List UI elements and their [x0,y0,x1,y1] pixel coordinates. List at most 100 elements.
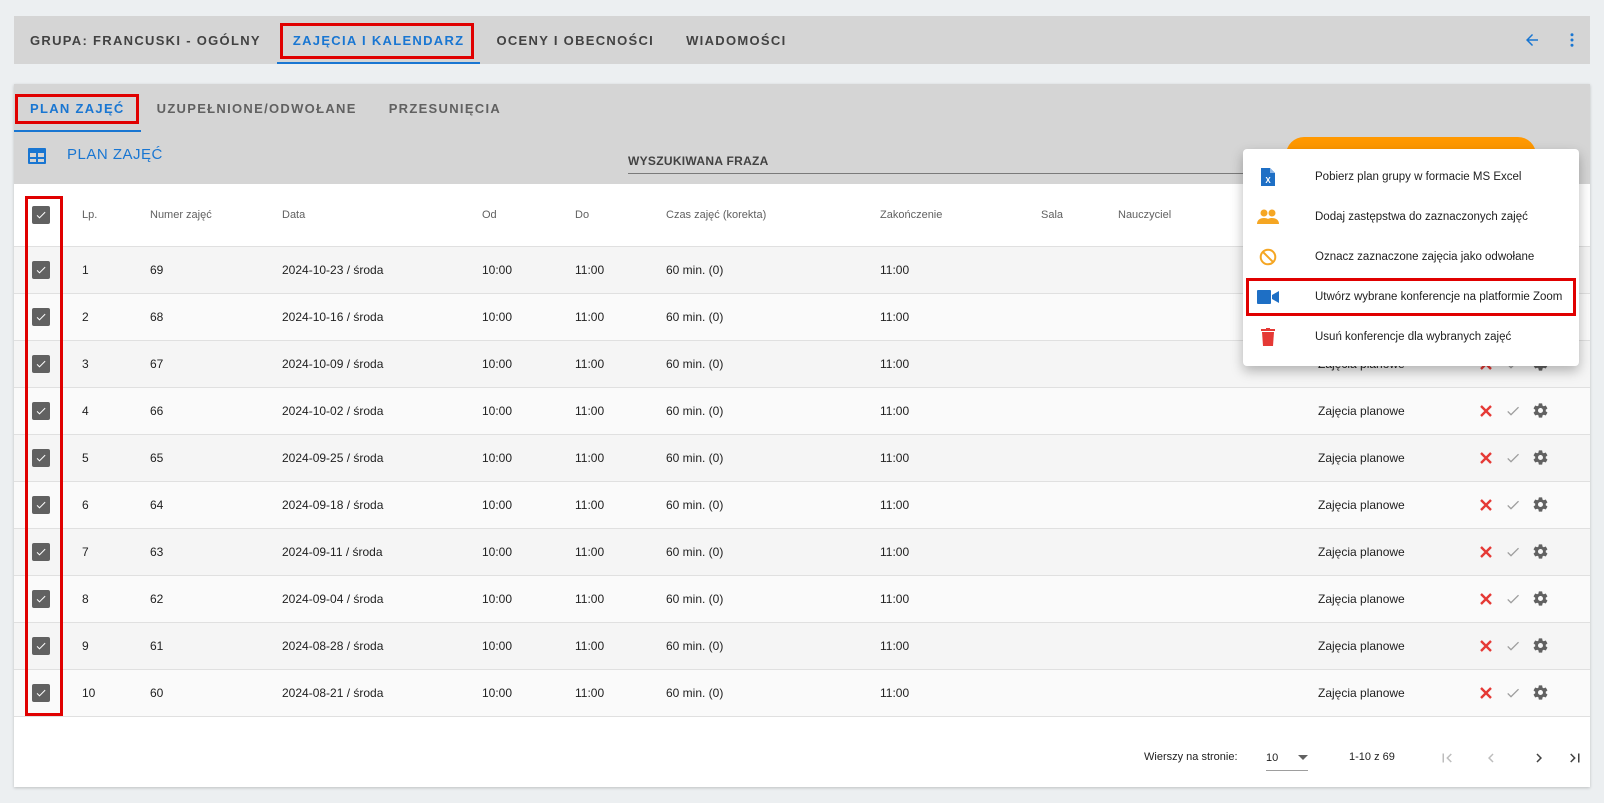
dropdown-arrow-icon [1298,754,1308,760]
cell-lp: 4 [82,387,150,435]
menu-item-mark-cancelled-label: Oznacz zaznaczone zajęcia jako odwołane [1315,251,1535,263]
menu-item-add-substitution[interactable]: Dodaj zastępstwa do zaznaczonych zajęć [1243,197,1579,237]
gear-icon[interactable] [1530,401,1550,421]
cell-data: 2024-09-25 / środa [282,434,482,482]
gear-icon[interactable] [1530,683,1550,703]
gear-icon[interactable] [1530,542,1550,562]
rows-per-page-select[interactable]: 10 [1266,745,1308,771]
confirm-class-icon[interactable] [1503,589,1523,609]
cell-nauczyciel [1118,669,1318,717]
tab-group[interactable]: GRUPA: FRANCUSKI - OGÓLNY [14,16,277,64]
prev-page-icon[interactable] [1479,746,1503,770]
subtab-completed-cancelled[interactable]: UZUPEŁNIONE/ODWOŁANE [141,84,373,132]
row-checkbox[interactable] [32,354,50,373]
next-page-icon[interactable] [1527,746,1551,770]
cell-type: Zajęcia planowe [1318,575,1476,623]
first-page-icon[interactable] [1435,746,1459,770]
confirm-class-icon[interactable] [1503,683,1523,703]
col-header-end[interactable]: Zakończenie [880,184,1041,247]
menu-item-export-excel[interactable]: X Pobierz plan grupy w formacie MS Excel [1243,157,1579,197]
cancel-class-icon[interactable] [1476,448,1496,468]
select-all-checkbox[interactable] [32,205,50,224]
cell-do: 11:00 [575,387,666,435]
menu-item-delete-conferences[interactable]: Usuń konferencje dla wybranych zajęć [1243,317,1579,357]
cell-od: 10:00 [482,481,575,529]
row-checkbox[interactable] [32,683,50,702]
confirm-class-icon[interactable] [1503,542,1523,562]
col-header-to[interactable]: Do [575,184,666,247]
row-checkbox[interactable] [32,636,50,655]
cell-lp: 6 [82,481,150,529]
table-row: 7 63 2024-09-11 / środa 10:00 11:00 60 min. (… [14,528,1590,576]
cell-od: 10:00 [482,575,575,623]
confirm-class-icon[interactable] [1503,401,1523,421]
col-header-duration[interactable]: Czas zajęć (korekta) [666,184,880,247]
back-arrow-icon[interactable] [1520,28,1544,52]
subtab-rescheduled[interactable]: PRZESUNIĘCIA [373,84,517,132]
col-header-date[interactable]: Data [282,184,482,247]
search-input[interactable] [628,150,1278,172]
row-checkbox[interactable] [32,495,50,514]
cell-type: Zajęcia planowe [1318,669,1476,717]
tab-messages-label: WIADOMOŚCI [686,32,787,48]
cell-lp: 3 [82,340,150,388]
row-checkbox[interactable] [32,542,50,561]
subtab-schedule[interactable]: PLAN ZAJĘĆ [14,84,141,132]
cell-zakonczenie: 11:00 [880,481,1041,529]
cell-zakonczenie: 11:00 [880,669,1041,717]
table-grid-icon [28,148,46,169]
more-vert-icon[interactable] [1560,28,1584,52]
row-checkbox[interactable] [32,260,50,279]
confirm-class-icon[interactable] [1503,448,1523,468]
row-checkbox[interactable] [32,448,50,467]
menu-item-create-zoom-label: Utwórz wybrane konferencje na platformie… [1315,291,1563,303]
cell-type: Zajęcia planowe [1318,387,1476,435]
gear-icon[interactable] [1530,636,1550,656]
cell-czas: 60 min. (0) [666,293,880,341]
menu-item-create-zoom[interactable]: Utwórz wybrane konferencje na platformie… [1243,277,1579,317]
confirm-class-icon[interactable] [1503,495,1523,515]
gear-icon[interactable] [1530,589,1550,609]
cell-zakonczenie: 11:00 [880,575,1041,623]
cell-numer: 69 [150,246,282,294]
cell-lp: 2 [82,293,150,341]
row-checkbox[interactable] [32,401,50,420]
cell-do: 11:00 [575,528,666,576]
cell-do: 11:00 [575,669,666,717]
cell-do: 11:00 [575,481,666,529]
cell-numer: 63 [150,528,282,576]
cancel-class-icon[interactable] [1476,542,1496,562]
cell-nauczyciel [1118,528,1318,576]
cancel-class-icon[interactable] [1476,589,1496,609]
menu-item-mark-cancelled[interactable]: Oznacz zaznaczone zajęcia jako odwołane [1243,237,1579,277]
cell-zakonczenie: 11:00 [880,293,1041,341]
cancel-class-icon[interactable] [1476,636,1496,656]
col-header-lp[interactable]: Lp. [82,184,150,247]
last-page-icon[interactable] [1563,746,1587,770]
cancel-class-icon[interactable] [1476,401,1496,421]
confirm-class-icon[interactable] [1503,636,1523,656]
cell-data: 2024-09-04 / środa [282,575,482,623]
tab-grades-attendance[interactable]: OCENY I OBECNOŚCI [480,16,670,64]
gear-icon[interactable] [1530,495,1550,515]
cell-zakonczenie: 11:00 [880,246,1041,294]
cancel-class-icon[interactable] [1476,683,1496,703]
row-checkbox[interactable] [32,589,50,608]
row-checkbox[interactable] [32,307,50,326]
col-header-number[interactable]: Numer zajęć [150,184,282,247]
cell-nauczyciel [1118,481,1318,529]
gear-icon[interactable] [1530,448,1550,468]
col-header-room[interactable]: Sala [1041,184,1118,247]
cell-nauczyciel [1118,387,1318,435]
cell-od: 10:00 [482,434,575,482]
trash-icon [1257,327,1279,347]
col-header-from[interactable]: Od [482,184,575,247]
tab-messages[interactable]: WIADOMOŚCI [670,16,802,64]
people-icon [1257,207,1279,227]
cell-od: 10:00 [482,528,575,576]
cell-numer: 61 [150,622,282,670]
cancel-class-icon[interactable] [1476,495,1496,515]
search-field[interactable] [628,150,1278,174]
tab-classes-calendar[interactable]: ZAJĘCIA I KALENDARZ [276,16,481,64]
cell-numer: 60 [150,669,282,717]
